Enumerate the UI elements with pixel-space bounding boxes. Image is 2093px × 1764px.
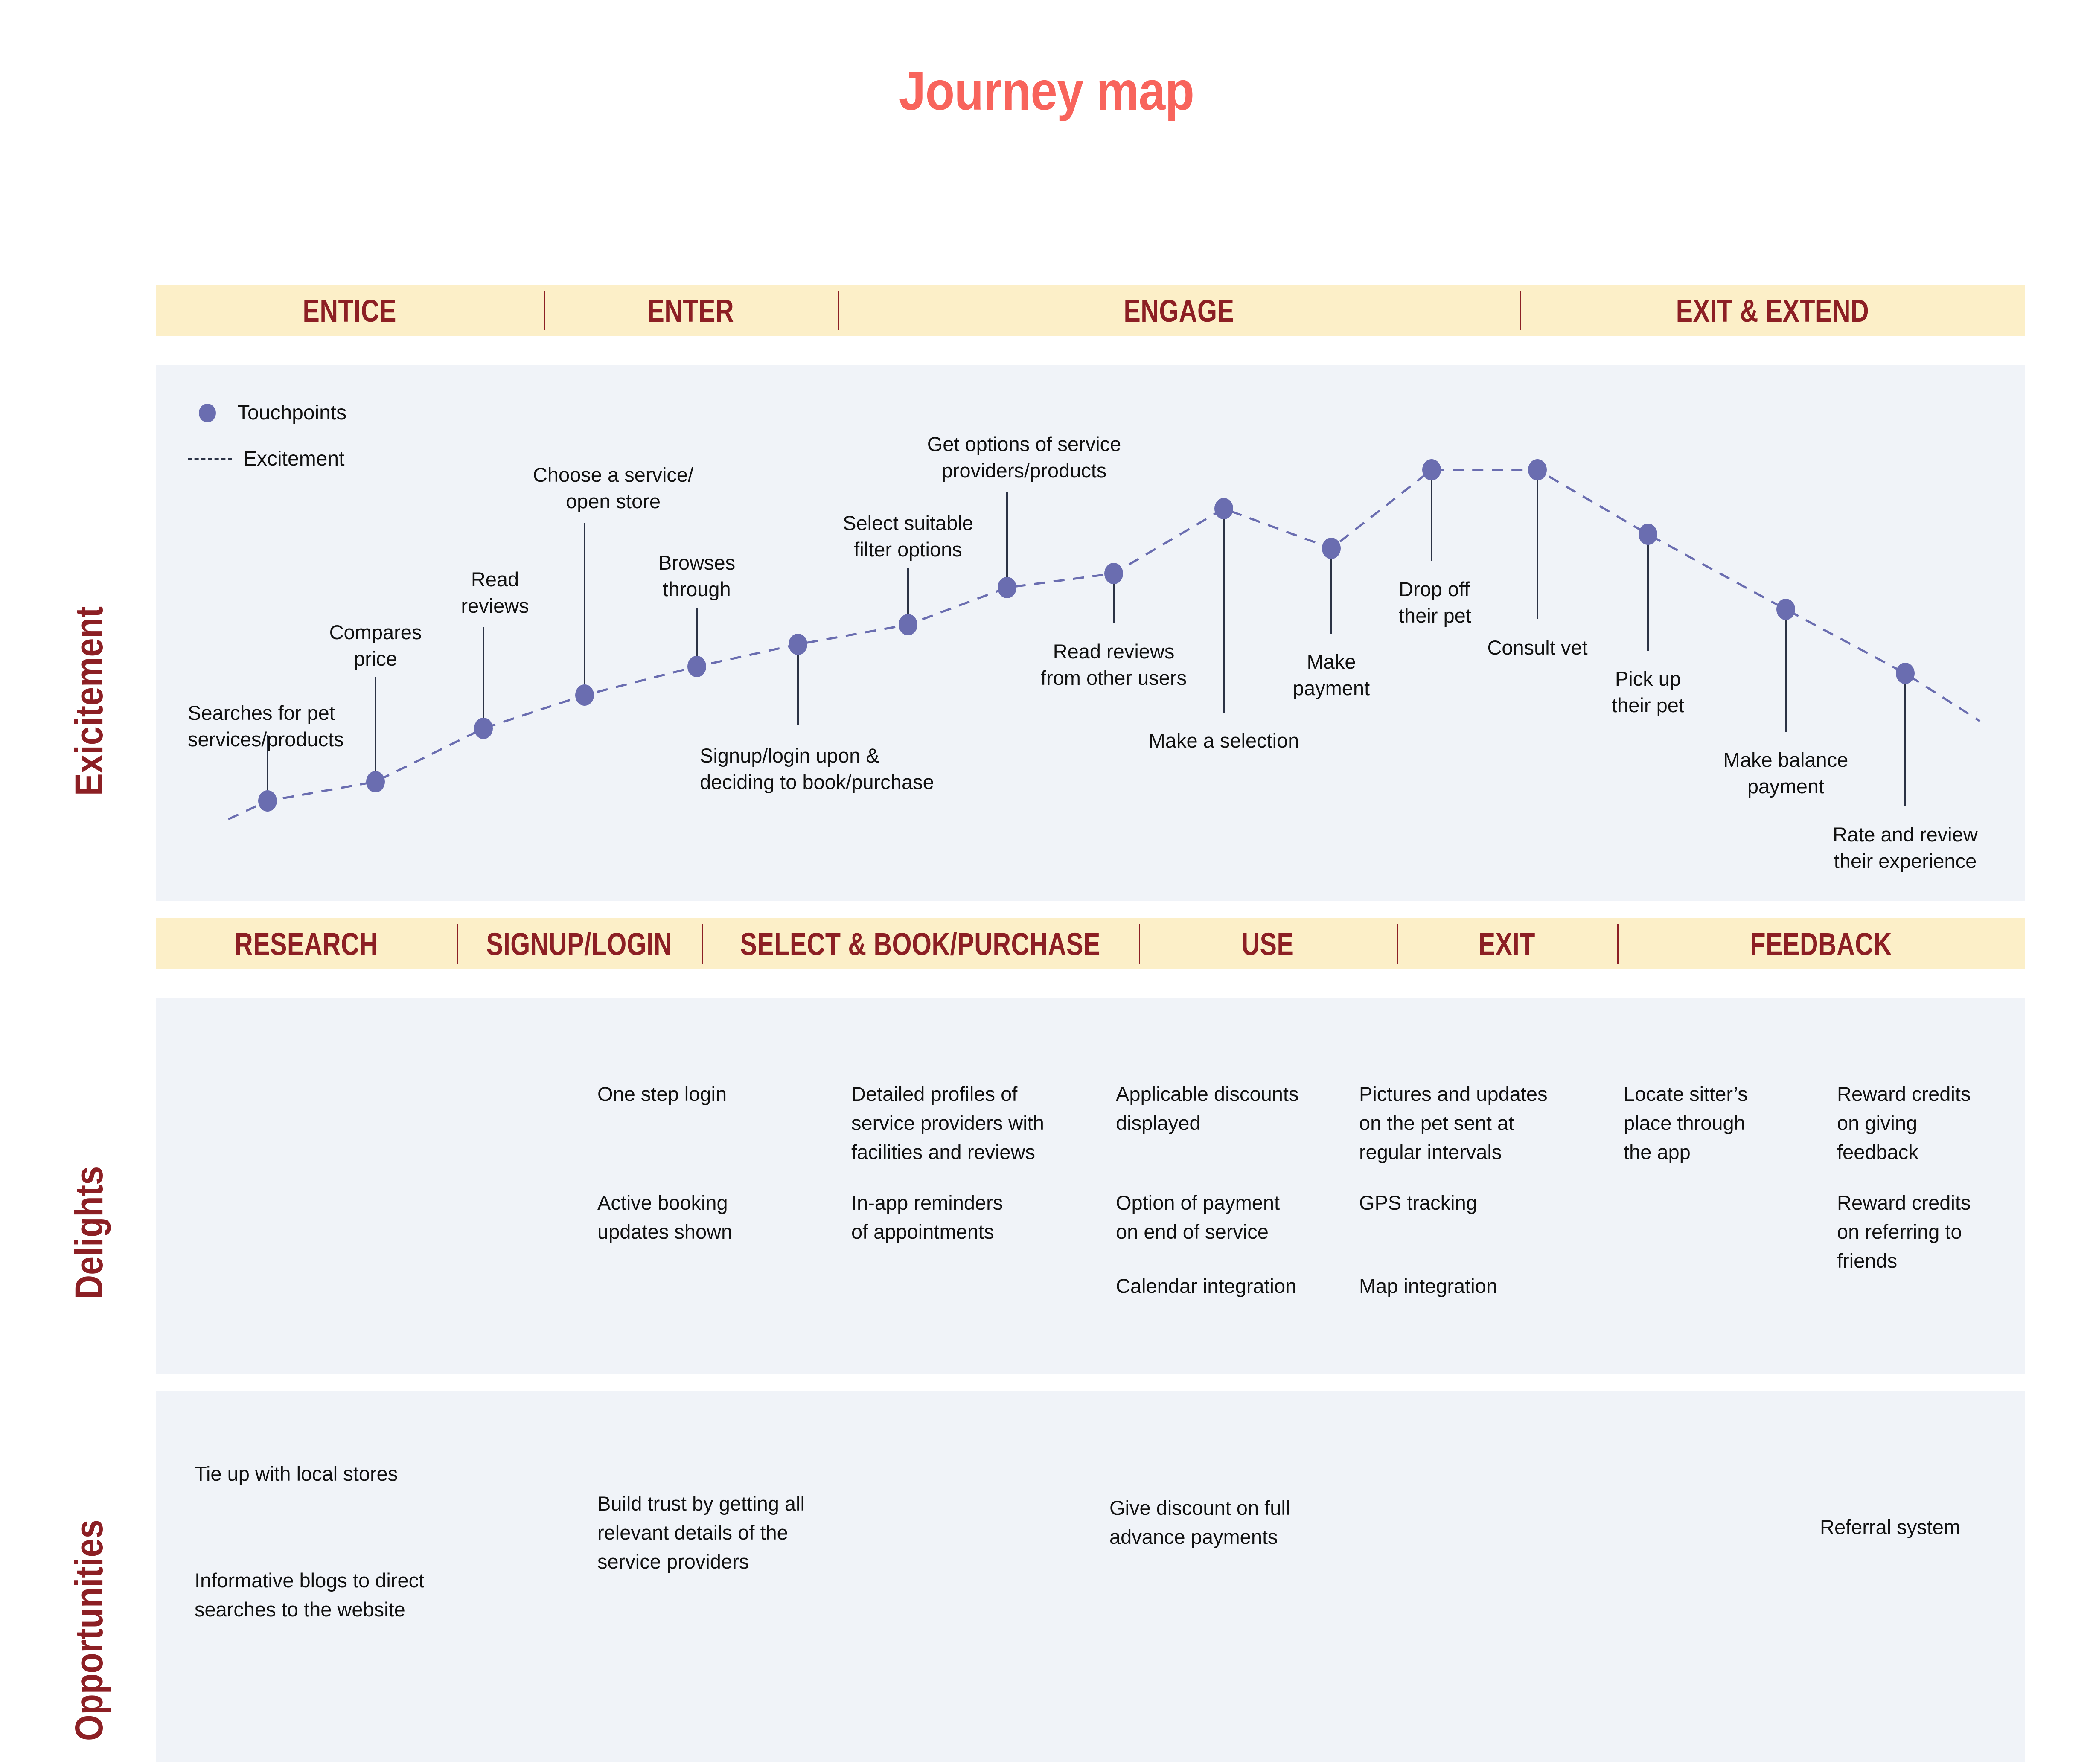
touchpoint-label: Make a selection [1148,729,1299,752]
touchpoint-label: Get options of service providers/product… [927,433,1121,482]
touchpoint-stem [483,627,484,728]
touchpoint-dot[interactable] [366,771,385,792]
stage-header-cell-use: USE [1139,918,1397,969]
touchpoint-label: Signup/login upon & deciding to book/pur… [700,744,934,794]
stage-header-label: EXIT [1479,926,1536,962]
opportunity-item: Build trust by getting all relevant deta… [597,1492,805,1573]
row-label-opportunities: Opportunities [67,1519,111,1741]
journey-map-page: Journey map ENTICE ENTER ENGAGE EXIT & EXTE… [0,0,2093,1764]
delight-item: GPS tracking [1359,1191,1477,1214]
stage-header-cell-feedback: FEEDBACK [1617,918,2025,969]
delight-item: Locate sitter’s place through the app [1624,1083,1748,1164]
touchpoint-dot[interactable] [1214,498,1233,519]
touchpoint-stem [797,644,799,725]
stage-header-cell-select-book-purchase: SELECT & BOOK/PURCHASE [702,918,1139,969]
touchpoint-dot[interactable] [899,614,917,635]
touchpoint-dot[interactable] [1104,563,1123,584]
delight-item: Applicable discounts displayed [1116,1083,1299,1135]
touchpoint-stem [584,523,585,695]
delight-item: Map integration [1359,1275,1497,1297]
touchpoint-dot[interactable] [998,577,1016,598]
touchpoint-label: Consult vet [1487,636,1588,659]
touchpoint-stem [1223,509,1225,713]
delight-item: Option of payment on end of service [1116,1191,1280,1243]
touchpoint-stem [1785,609,1787,732]
touchpoint-stem [1431,470,1432,561]
touchpoint-label: Pick up their pet [1612,667,1684,717]
touchpoint-label: Select suitable filter options [843,512,973,561]
stage-header-band: RESEARCH SIGNUP/LOGIN SELECT & BOOK/PURCHA… [156,918,2025,969]
touchpoint-dot[interactable] [687,656,706,677]
touchpoint-dot[interactable] [1896,663,1915,684]
touchpoint-stem [1330,548,1332,634]
touchpoint-dot[interactable] [1528,459,1547,480]
touchpoint-label: Browses through [658,551,736,601]
touchpoint-dot[interactable] [1639,524,1657,545]
stage-header-label: USE [1241,926,1294,962]
stage-header-cell-exit: EXIT [1397,918,1617,969]
touchpoint-label: Make balance payment [1723,748,1848,798]
opportunity-item: Tie up with local stores [195,1462,398,1485]
delight-item: In-app reminders of appointments [851,1191,1003,1243]
delight-item: Reward credits on referring to friends [1837,1191,1971,1272]
touchpoint-dot[interactable] [1422,459,1441,480]
delight-item: Calendar integration [1116,1275,1297,1297]
stage-header-label: RESEARCH [234,926,378,962]
opportunities-panel [156,1391,2025,1762]
touchpoint-label: Drop off their pet [1399,578,1471,627]
stage-header-cell-research: RESEARCH [156,918,457,969]
opportunity-item: Referral system [1820,1516,1961,1538]
delights-panel [156,998,2025,1374]
touchpoint-label: Read reviews [461,568,529,617]
stage-header-label: FEEDBACK [1750,926,1892,962]
opportunity-item: Give discount on full advance payments [1109,1496,1290,1549]
touchpoint-stem [375,677,376,782]
stage-header-cell-signup-login: SIGNUP/LOGIN [457,918,702,969]
touchpoint-dot[interactable] [575,684,594,706]
touchpoint-stem [1537,470,1538,619]
touchpoint-label: Searches for pet services/products [188,702,344,751]
touchpoint-stem [1647,534,1649,651]
touchpoint-stem [1904,673,1906,806]
touchpoint-dot[interactable] [1322,538,1341,559]
opportunity-item: Informative blogs to direct searches to … [195,1569,425,1621]
row-label-delights: Delights [67,1166,111,1299]
delight-item: One step login [597,1083,727,1105]
delight-item: Pictures and updates on the pet sent at … [1359,1083,1548,1164]
touchpoint-label: Read reviews from other users [1040,640,1187,690]
touchpoint-dot[interactable] [474,718,493,739]
delight-item: Detailed profiles of service providers w… [851,1083,1044,1164]
delight-item: Reward credits on giving feedback [1837,1083,1971,1164]
stage-header-label: SIGNUP/LOGIN [486,926,672,962]
touchpoint-label: Make payment [1292,650,1370,700]
touchpoint-dot[interactable] [258,790,277,812]
touchpoint-label: Rate and review their experience [1833,823,1978,873]
delight-item: Active booking updates shown [597,1191,733,1243]
stage-header-label: SELECT & BOOK/PURCHASE [740,926,1100,962]
touchpoint-dot[interactable] [1776,599,1795,620]
touchpoint-dot[interactable] [789,634,807,655]
touchpoint-stem [1006,492,1008,588]
touchpoint-label: Compares price [329,621,422,670]
touchpoint-label: Choose a service/ open store [533,463,694,513]
